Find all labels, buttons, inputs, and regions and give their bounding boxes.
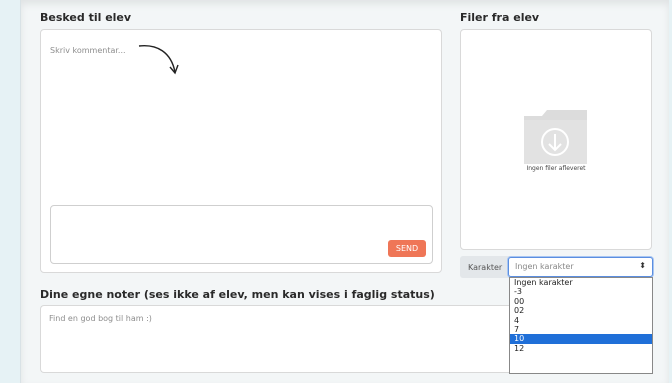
no-files-text: Ingen filer afleveret: [526, 165, 586, 172]
grade-option[interactable]: 02: [510, 306, 652, 315]
comment-input[interactable]: SEND: [50, 205, 433, 264]
arrow-icon: [138, 45, 179, 75]
message-box: Skriv kommentar... SEND: [40, 29, 442, 273]
send-button[interactable]: SEND: [388, 240, 426, 257]
notes-input[interactable]: Find en god bog til ham :): [40, 305, 509, 373]
grade-select[interactable]: Ingen karakter ⬍: [508, 257, 653, 277]
files-heading: Filer fra elev: [460, 11, 540, 24]
grade-option[interactable]: 7: [510, 325, 652, 334]
chevron-updown-icon: ⬍: [639, 261, 646, 270]
message-heading: Besked til elev: [40, 11, 132, 24]
grade-option[interactable]: 00: [510, 297, 652, 306]
grade-option[interactable]: -3: [510, 287, 652, 296]
grade-label: Karakter: [468, 263, 503, 272]
notes-heading: Dine egne noter (ses ikke af elev, men k…: [40, 288, 435, 301]
grade-option-selected[interactable]: 10: [510, 334, 652, 344]
files-box: Ingen filer afleveret: [460, 29, 652, 250]
folder-download-icon: [524, 110, 587, 164]
grade-dropdown[interactable]: Ingen karakter -3 00 02 4 7 10 12: [509, 277, 653, 374]
notes-text: Find en god bog til ham :): [49, 314, 152, 323]
grade-select-value: Ingen karakter: [515, 262, 574, 271]
comment-placeholder: Skriv kommentar...: [50, 46, 126, 55]
grade-option[interactable]: Ingen karakter: [510, 278, 652, 287]
grade-option[interactable]: 12: [510, 344, 652, 353]
grade-option[interactable]: 4: [510, 316, 652, 325]
